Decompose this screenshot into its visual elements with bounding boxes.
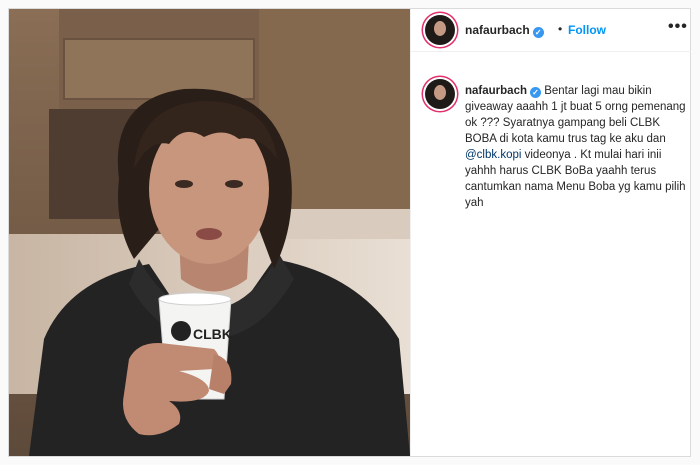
- caption-username[interactable]: nafaurbach ✓: [465, 85, 541, 98]
- post-photo[interactable]: CLBK: [9, 9, 410, 456]
- caption-avatar[interactable]: [425, 79, 455, 109]
- cup-logo-text: CLBK: [193, 326, 232, 342]
- photo-illustration: CLBK: [9, 9, 410, 456]
- author-username[interactable]: nafaurbach ✓: [465, 23, 544, 38]
- verified-badge-icon: ✓: [530, 87, 541, 98]
- verified-badge-icon: ✓: [532, 27, 544, 38]
- more-options-icon[interactable]: •••: [668, 18, 688, 36]
- caption-mention-link[interactable]: @clbk.kopi: [465, 149, 521, 161]
- separator-dot: •: [558, 22, 563, 36]
- follow-button[interactable]: Follow: [568, 23, 606, 37]
- post-header: nafaurbach ✓ • Follow •••: [411, 9, 691, 52]
- author-avatar[interactable]: [425, 15, 455, 45]
- caption-text: nafaurbach ✓ Bentar lagi mau bikin giveaw…: [465, 83, 687, 211]
- instagram-post-card: CLBK nafaurbach ✓ • Follow ••• nafaurbach…: [8, 8, 691, 457]
- post-sidebar: nafaurbach ✓ • Follow ••• nafaurbach ✓ Ben…: [410, 9, 691, 456]
